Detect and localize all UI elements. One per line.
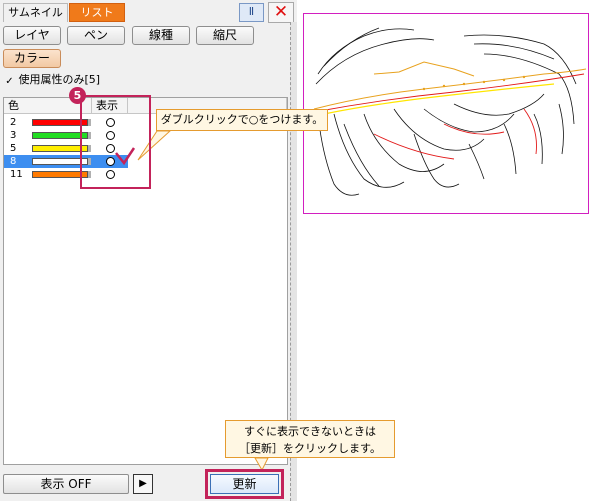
step-number-badge: 5 bbox=[69, 87, 86, 104]
visible-column-highlight bbox=[80, 95, 151, 189]
callout-update-line2: ［更新］をクリックします。 bbox=[239, 442, 381, 455]
callout-update: すぐに表示できないときは ［更新］をクリックします。 bbox=[225, 420, 395, 458]
callout-update-line1: すぐに表示できないときは bbox=[244, 425, 376, 438]
update-button-highlight bbox=[205, 469, 284, 499]
callout-double-click: ダブルクリックで○をつけます。 bbox=[156, 109, 328, 131]
